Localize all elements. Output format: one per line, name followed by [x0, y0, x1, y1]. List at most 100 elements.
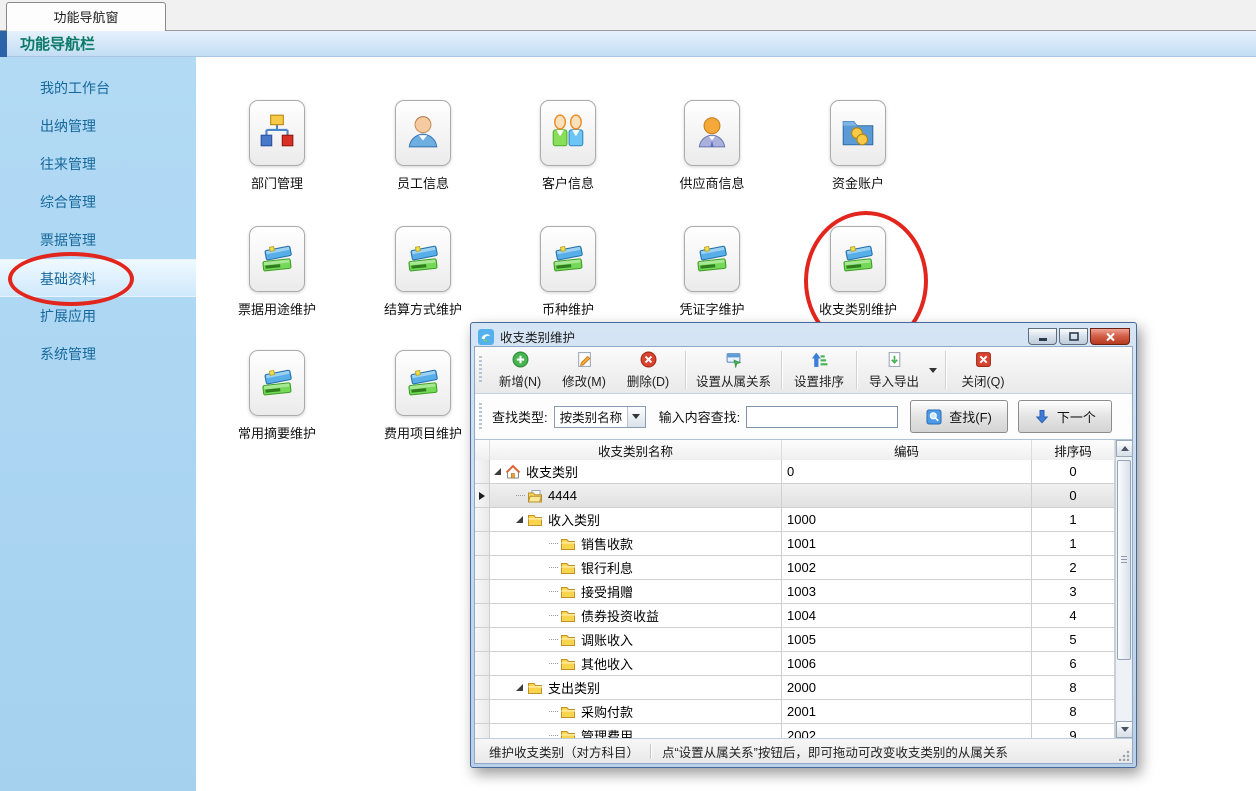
toolbar-button-label: 修改(M) [562, 371, 606, 390]
tree-expander-icon[interactable] [516, 684, 523, 691]
table-row[interactable]: 债券投资收益10044 [475, 604, 1115, 628]
app-button-1-1[interactable] [395, 226, 451, 292]
row-selector[interactable] [475, 508, 490, 531]
tree-line [549, 639, 558, 640]
resize-grip[interactable] [1119, 750, 1130, 761]
cell-category-name: 支出类别 [490, 676, 782, 699]
sidebar-item-1[interactable]: 出纳管理 [0, 107, 196, 145]
row-selector[interactable] [475, 676, 490, 699]
folder-icon [560, 560, 581, 576]
close-button[interactable] [1090, 328, 1130, 345]
scrollbar-thumb[interactable] [1117, 460, 1131, 660]
table-row[interactable]: 44440 [475, 484, 1115, 508]
column-header-code[interactable]: 编码 [782, 440, 1032, 460]
tab-bar: 功能导航窗 [0, 0, 1256, 31]
row-selector[interactable] [475, 580, 490, 603]
app-button-2-1[interactable] [395, 350, 451, 416]
next-button[interactable]: 下一个 [1018, 400, 1112, 433]
sidebar-item-7[interactable]: 系统管理 [0, 335, 196, 373]
table-row[interactable]: 支出类别20008 [475, 676, 1115, 700]
table-row[interactable]: 收入类别10001 [475, 508, 1115, 532]
app-button-0-4[interactable] [830, 100, 886, 166]
app-button-1-4[interactable] [830, 226, 886, 292]
tree-expander-icon[interactable] [494, 468, 501, 475]
vertical-scrollbar[interactable] [1115, 440, 1132, 738]
scroll-up-button[interactable] [1116, 440, 1132, 457]
sidebar-item-3[interactable]: 综合管理 [0, 183, 196, 221]
row-selector[interactable] [475, 724, 490, 738]
cell-category-name: 管理费用 [490, 724, 782, 738]
search-type-dropdown[interactable]: 按类别名称 [554, 406, 646, 428]
column-header-sort[interactable]: 排序码 [1032, 440, 1115, 460]
row-selector[interactable] [475, 700, 490, 723]
dialog-toolbar: 新增(N) 修改(M) 删除(D) 设置从属关系设置排序导入导出关闭(Q) [475, 347, 1132, 394]
find-button[interactable]: 查找(F) [910, 400, 1008, 433]
scroll-down-button[interactable] [1116, 721, 1132, 738]
table-row[interactable]: 银行利息10022 [475, 556, 1115, 580]
toolbar-button-5[interactable]: 导入导出 [862, 349, 926, 391]
tree-expander-icon[interactable] [516, 516, 523, 523]
money-folder-icon [839, 112, 877, 155]
table-row[interactable]: 调账收入10055 [475, 628, 1115, 652]
cell-code: 1006 [782, 652, 1032, 675]
toolbar-button-0[interactable]: 新增(N) [488, 349, 552, 391]
sidebar-item-2[interactable]: 往来管理 [0, 145, 196, 183]
app-button-0-0[interactable] [249, 100, 305, 166]
tab-function-navigation[interactable]: 功能导航窗 [6, 2, 166, 32]
row-selector[interactable] [475, 604, 490, 627]
table-row[interactable]: 接受捐赠10033 [475, 580, 1115, 604]
toolbar-button-2[interactable]: 删除(D) [616, 349, 680, 391]
toolbar-button-label: 新增(N) [499, 371, 541, 390]
toolbar-separator [685, 351, 686, 389]
app-label: 员工信息 [358, 173, 488, 192]
toolbar-button-4[interactable]: 设置排序 [787, 349, 851, 391]
table-row[interactable]: 采购付款20018 [475, 700, 1115, 724]
sort-icon [811, 351, 828, 368]
app-label: 资金账户 [793, 173, 923, 192]
column-header-name[interactable]: 收支类别名称 [490, 440, 782, 460]
search-type-value: 按类别名称 [555, 407, 627, 427]
app-button-0-1[interactable] [395, 100, 451, 166]
import-export-icon [886, 351, 903, 368]
search-input[interactable] [746, 406, 898, 428]
app-button-0-2[interactable] [540, 100, 596, 166]
minimize-button[interactable] [1028, 328, 1057, 345]
search-icon [926, 409, 942, 425]
row-selector[interactable] [475, 460, 490, 483]
books-icon [258, 362, 296, 405]
toolbar-button-3[interactable]: 设置从属关系 [691, 349, 776, 391]
cell-category-name: 调账收入 [490, 628, 782, 651]
row-selector[interactable] [475, 532, 490, 555]
tree-line [549, 735, 558, 736]
cell-category-name: 债券投资收益 [490, 604, 782, 627]
app-shortcut-2-0: 常用摘要维护 [212, 350, 342, 442]
tree-line [549, 567, 558, 568]
dialog-titlebar[interactable]: 收支类别维护 [471, 323, 1136, 348]
cell-sort: 5 [1032, 628, 1115, 651]
app-button-1-2[interactable] [540, 226, 596, 292]
table-row[interactable]: 其他收入10066 [475, 652, 1115, 676]
sidebar-item-4[interactable]: 票据管理 [0, 221, 196, 259]
sidebar-item-6[interactable]: 扩展应用 [0, 297, 196, 335]
app-button-1-3[interactable] [684, 226, 740, 292]
sidebar-item-0[interactable]: 我的工作台 [0, 69, 196, 107]
row-selector[interactable] [475, 484, 490, 507]
cell-category-name: 其他收入 [490, 652, 782, 675]
sidebar-item-5[interactable]: 基础资料 [0, 259, 196, 297]
toolbar-dropdown-caret[interactable] [926, 349, 940, 391]
table-row[interactable]: 管理费用20029 [475, 724, 1115, 738]
delete-icon [640, 351, 657, 368]
row-selector[interactable] [475, 628, 490, 651]
app-button-1-0[interactable] [249, 226, 305, 292]
row-selector[interactable] [475, 652, 490, 675]
maximize-button[interactable] [1059, 328, 1088, 345]
toolbar-button-1[interactable]: 修改(M) [552, 349, 616, 391]
table-row[interactable]: 收支类别00 [475, 460, 1115, 484]
table-row[interactable]: 销售收款10011 [475, 532, 1115, 556]
toolbar-button-6[interactable]: 关闭(Q) [951, 349, 1015, 391]
status-bar: 维护收支类别（对方科目） 点“设置从属关系”按钮后，即可拖动可改变收支类别的从属… [475, 738, 1132, 763]
app-button-2-0[interactable] [249, 350, 305, 416]
app-button-0-3[interactable] [684, 100, 740, 166]
chevron-down-icon[interactable] [627, 407, 645, 427]
row-selector[interactable] [475, 556, 490, 579]
